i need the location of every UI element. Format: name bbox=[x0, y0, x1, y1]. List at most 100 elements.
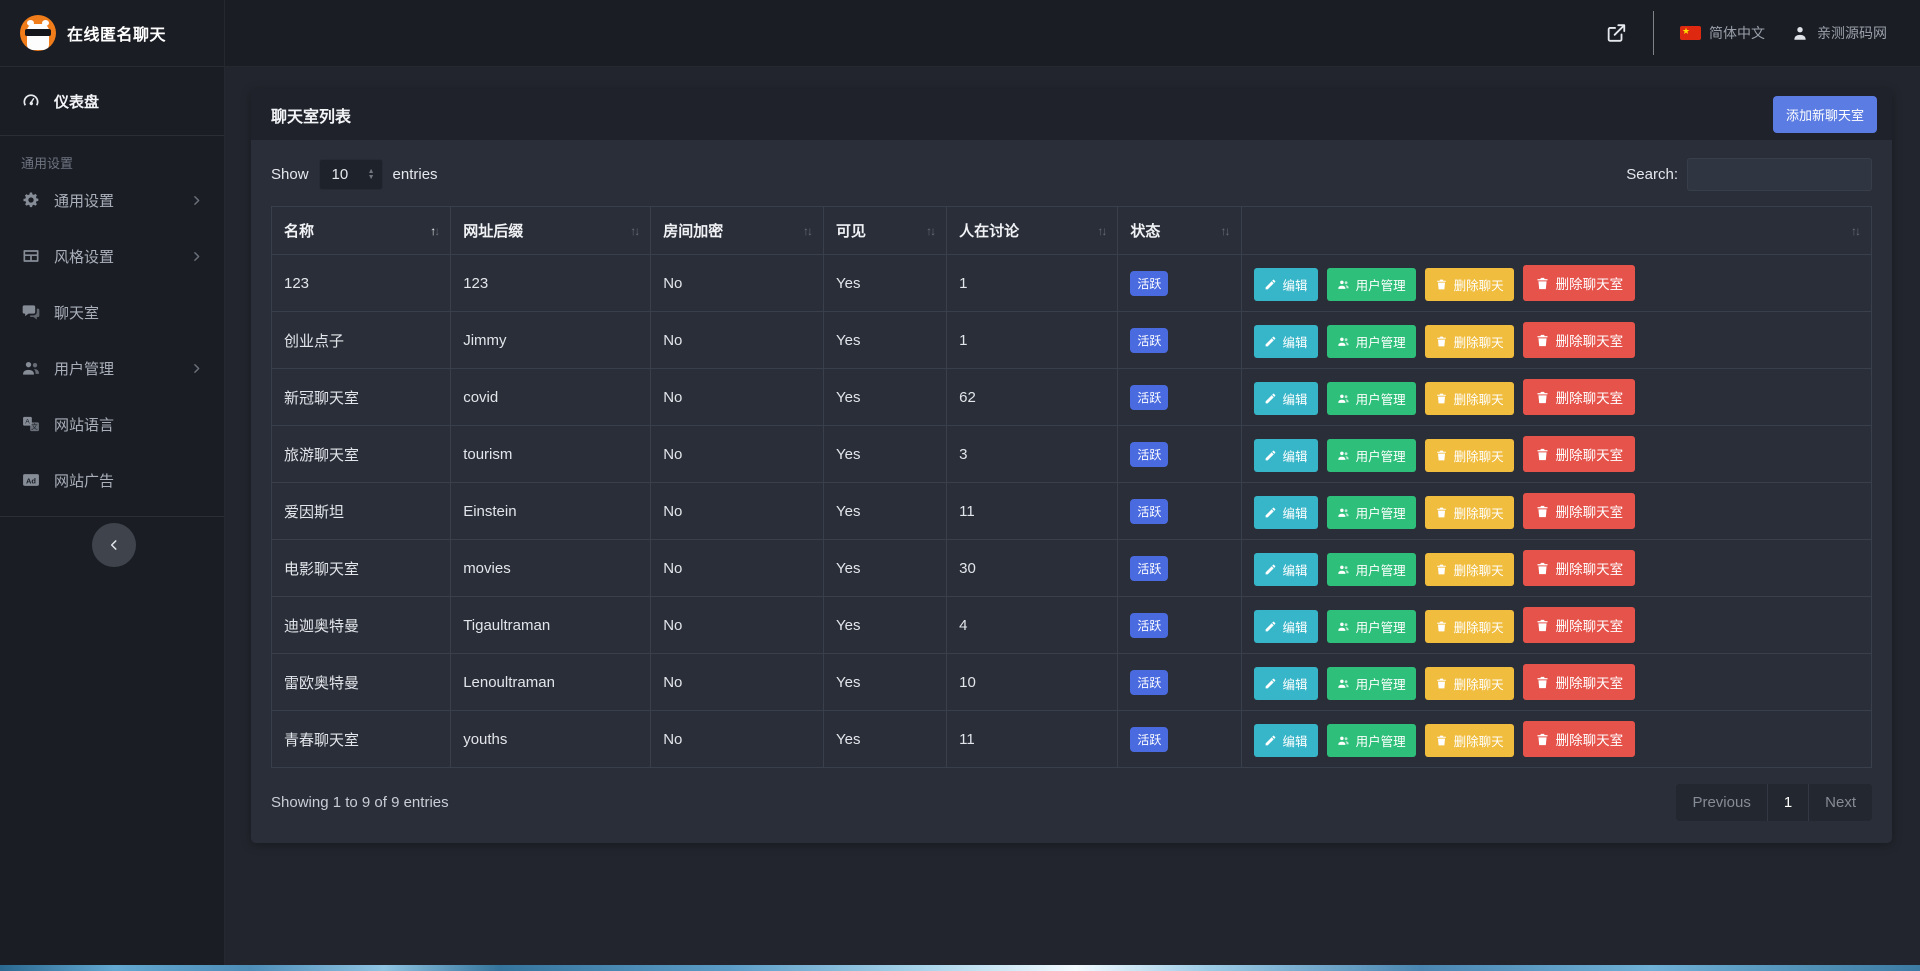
cell-discussing: 30 bbox=[947, 540, 1118, 597]
brand-logo-icon bbox=[20, 15, 56, 51]
col-header-name[interactable]: 名称↑↓ bbox=[272, 207, 451, 255]
pagination-previous[interactable]: Previous bbox=[1676, 784, 1766, 821]
table-footer: Showing 1 to 9 of 9 entries Previous 1 N… bbox=[271, 784, 1872, 821]
edit-button[interactable]: 编辑 bbox=[1254, 325, 1318, 358]
delete-chatroom-button[interactable]: 删除聊天室 bbox=[1523, 493, 1636, 529]
external-link-icon[interactable] bbox=[1605, 22, 1627, 44]
trash-icon bbox=[1535, 276, 1550, 291]
manage-users-button[interactable]: 用户管理 bbox=[1327, 610, 1416, 643]
delete-chat-button[interactable]: 删除聊天 bbox=[1425, 610, 1514, 643]
table-body: 123123NoYes1活跃编辑用户管理删除聊天删除聊天室创业点子JimmyNo… bbox=[272, 255, 1872, 768]
sort-icon: ↑↓ bbox=[1097, 224, 1105, 238]
manage-users-button[interactable]: 用户管理 bbox=[1327, 439, 1416, 472]
delete-chatroom-button[interactable]: 删除聊天室 bbox=[1523, 550, 1636, 586]
delete-chat-button[interactable]: 删除聊天 bbox=[1425, 439, 1514, 472]
user-menu[interactable]: 亲测源码网 bbox=[1791, 23, 1887, 43]
sidebar-collapse-button[interactable] bbox=[92, 523, 136, 567]
delete-chatroom-button[interactable]: 删除聊天室 bbox=[1523, 265, 1636, 301]
sidebar-item-dashboard[interactable]: 仪表盘 bbox=[0, 79, 224, 123]
manage-users-button[interactable]: 用户管理 bbox=[1327, 724, 1416, 757]
pagination: Previous 1 Next bbox=[1676, 784, 1872, 821]
manage-users-button[interactable]: 用户管理 bbox=[1327, 325, 1416, 358]
brand[interactable]: 在线匿名聊天 bbox=[0, 0, 224, 67]
cell-suffix: youths bbox=[451, 711, 651, 768]
sidebar-item-2[interactable]: 聊天室 bbox=[0, 284, 224, 340]
cell-actions: 编辑用户管理删除聊天删除聊天室 bbox=[1241, 654, 1871, 711]
col-header-visible[interactable]: 可见↑↓ bbox=[823, 207, 946, 255]
panel-title: 聊天室列表 bbox=[271, 103, 351, 127]
gauge-icon bbox=[21, 91, 41, 111]
sidebar: 在线匿名聊天 仪表盘 通用设置 通用设置风格设置聊天室用户管理A文网站语言Ad网… bbox=[0, 0, 225, 971]
delete-chat-button[interactable]: 删除聊天 bbox=[1425, 382, 1514, 415]
trash-icon bbox=[1435, 734, 1448, 747]
col-header-actions[interactable]: ↑↓ bbox=[1241, 207, 1871, 255]
users-icon bbox=[1337, 392, 1350, 405]
cell-status: 活跃 bbox=[1118, 654, 1241, 711]
cell-status: 活跃 bbox=[1118, 711, 1241, 768]
cell-encrypted: No bbox=[651, 597, 824, 654]
table-row: 青春聊天室youthsNoYes11活跃编辑用户管理删除聊天删除聊天室 bbox=[272, 711, 1872, 768]
bottom-scrollbar[interactable] bbox=[0, 965, 1920, 971]
trash-icon bbox=[1435, 677, 1448, 690]
manage-users-button[interactable]: 用户管理 bbox=[1327, 496, 1416, 529]
manage-users-button[interactable]: 用户管理 bbox=[1327, 553, 1416, 586]
delete-chat-button[interactable]: 删除聊天 bbox=[1425, 268, 1514, 301]
delete-chat-button[interactable]: 删除聊天 bbox=[1425, 553, 1514, 586]
delete-chat-button[interactable]: 删除聊天 bbox=[1425, 724, 1514, 757]
users-icon bbox=[1337, 620, 1350, 633]
status-badge: 活跃 bbox=[1130, 556, 1168, 581]
delete-chat-button[interactable]: 删除聊天 bbox=[1425, 496, 1514, 529]
edit-button[interactable]: 编辑 bbox=[1254, 667, 1318, 700]
edit-button[interactable]: 编辑 bbox=[1254, 382, 1318, 415]
sidebar-item-3[interactable]: 用户管理 bbox=[0, 340, 224, 396]
users-icon bbox=[21, 358, 41, 378]
panel-header: 聊天室列表 添加新聊天室 bbox=[251, 89, 1892, 140]
sidebar-item-4[interactable]: A文网站语言 bbox=[0, 396, 224, 452]
search-input[interactable] bbox=[1687, 158, 1872, 191]
chatroom-table: 名称↑↓ 网址后缀↑↓ 房间加密↑↓ 可见↑↓ 人在讨论↑↓ 状态↑↓ ↑↓ 1… bbox=[271, 206, 1872, 768]
language-selector[interactable]: ★ 简体中文 bbox=[1680, 23, 1765, 43]
delete-chatroom-button[interactable]: 删除聊天室 bbox=[1523, 436, 1636, 472]
delete-chat-button[interactable]: 删除聊天 bbox=[1425, 325, 1514, 358]
delete-chatroom-button[interactable]: 删除聊天室 bbox=[1523, 379, 1636, 415]
edit-button[interactable]: 编辑 bbox=[1254, 553, 1318, 586]
col-header-discussing[interactable]: 人在讨论↑↓ bbox=[947, 207, 1118, 255]
status-badge: 活跃 bbox=[1130, 442, 1168, 467]
cell-suffix: 123 bbox=[451, 255, 651, 312]
add-chatroom-button[interactable]: 添加新聊天室 bbox=[1773, 96, 1877, 133]
svg-text:文: 文 bbox=[31, 422, 38, 431]
page-size-select[interactable]: 10 ▲▼ bbox=[319, 159, 383, 190]
delete-chatroom-button[interactable]: 删除聊天室 bbox=[1523, 664, 1636, 700]
cell-actions: 编辑用户管理删除聊天删除聊天室 bbox=[1241, 255, 1871, 312]
pagination-page-1[interactable]: 1 bbox=[1767, 784, 1808, 821]
col-header-suffix[interactable]: 网址后缀↑↓ bbox=[451, 207, 651, 255]
manage-users-button[interactable]: 用户管理 bbox=[1327, 382, 1416, 415]
trash-icon bbox=[1435, 506, 1448, 519]
edit-button[interactable]: 编辑 bbox=[1254, 610, 1318, 643]
sidebar-item-5[interactable]: Ad网站广告 bbox=[0, 452, 224, 508]
edit-button[interactable]: 编辑 bbox=[1254, 496, 1318, 529]
cell-suffix: Einstein bbox=[451, 483, 651, 540]
topbar: ★ 简体中文 亲测源码网 bbox=[225, 0, 1920, 67]
cell-suffix: covid bbox=[451, 369, 651, 426]
chatroom-list-panel: 聊天室列表 添加新聊天室 Show 10 ▲▼ entries bbox=[251, 89, 1892, 843]
sidebar-section-label: 通用设置 bbox=[0, 136, 224, 172]
delete-chat-button[interactable]: 删除聊天 bbox=[1425, 667, 1514, 700]
cell-status: 活跃 bbox=[1118, 426, 1241, 483]
trash-icon bbox=[1435, 449, 1448, 462]
manage-users-button[interactable]: 用户管理 bbox=[1327, 667, 1416, 700]
delete-chatroom-button[interactable]: 删除聊天室 bbox=[1523, 607, 1636, 643]
sidebar-item-1[interactable]: 风格设置 bbox=[0, 228, 224, 284]
col-header-encrypted[interactable]: 房间加密↑↓ bbox=[651, 207, 824, 255]
edit-button[interactable]: 编辑 bbox=[1254, 724, 1318, 757]
manage-users-button[interactable]: 用户管理 bbox=[1327, 268, 1416, 301]
delete-chatroom-button[interactable]: 删除聊天室 bbox=[1523, 721, 1636, 757]
cell-status: 活跃 bbox=[1118, 312, 1241, 369]
sidebar-item-0[interactable]: 通用设置 bbox=[0, 172, 224, 228]
col-header-status[interactable]: 状态↑↓ bbox=[1118, 207, 1241, 255]
edit-button[interactable]: 编辑 bbox=[1254, 268, 1318, 301]
delete-chatroom-button[interactable]: 删除聊天室 bbox=[1523, 322, 1636, 358]
cell-encrypted: No bbox=[651, 369, 824, 426]
pagination-next[interactable]: Next bbox=[1808, 784, 1872, 821]
edit-button[interactable]: 编辑 bbox=[1254, 439, 1318, 472]
